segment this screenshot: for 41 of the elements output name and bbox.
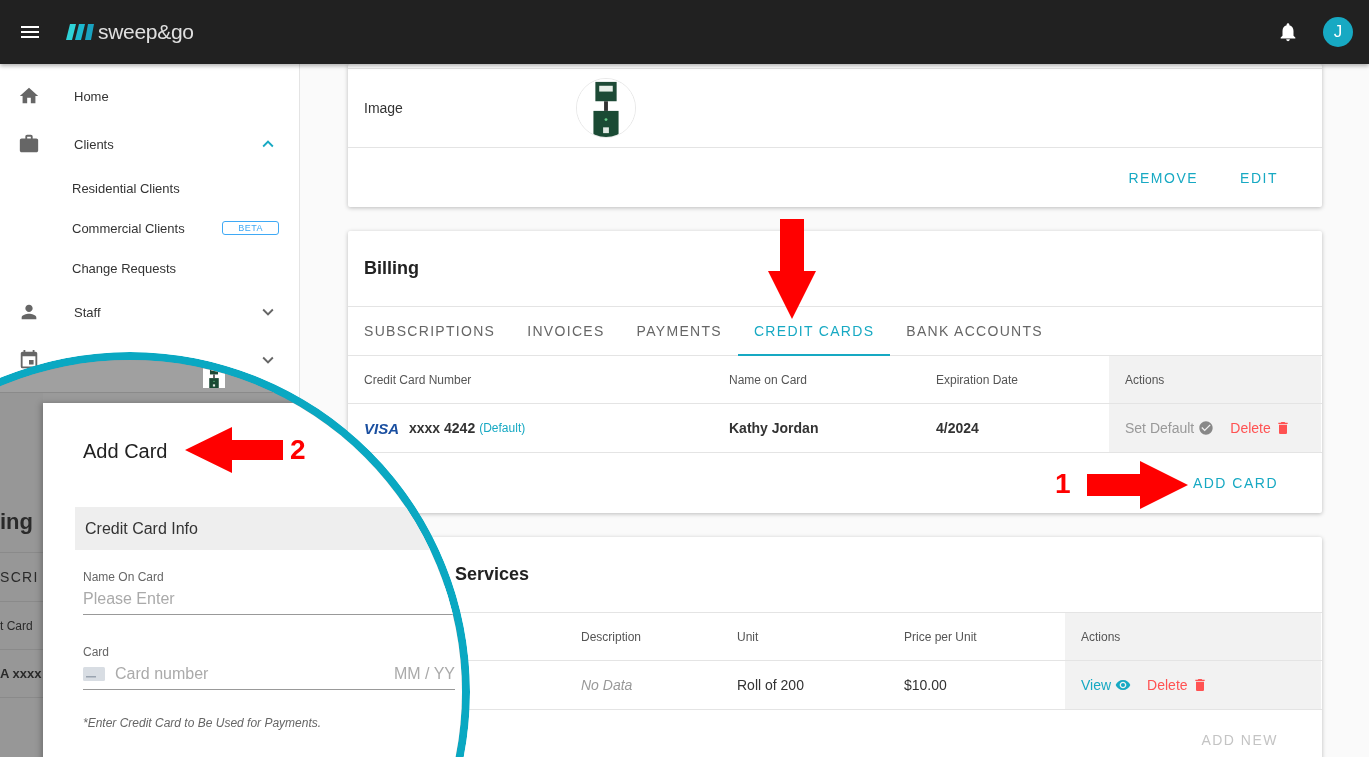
- calendar-icon: [18, 349, 40, 371]
- table-cell-text: Kathy Jordan: [728, 419, 820, 438]
- name-field[interactable]: Please Enter: [83, 586, 455, 615]
- field-label: Card: [83, 645, 110, 659]
- column-header: Actions: [1065, 613, 1321, 660]
- nav-item[interactable]: Staff: [0, 288, 299, 336]
- column-header: Name on Card: [728, 371, 809, 389]
- table-cell-text: No Data: [580, 676, 634, 695]
- column-header: Actions: [1109, 356, 1321, 403]
- nav-subitem[interactable]: Change Requests: [0, 248, 299, 288]
- tab[interactable]: PAYMENTS: [620, 307, 738, 356]
- hint-text: *Enter Credit Card to Be Used for Payments.: [83, 716, 323, 730]
- tab[interactable]: SUBSCRIPTIONS: [348, 307, 512, 356]
- default-tag: (Default): [479, 421, 526, 435]
- dialog-title: Add Card: [83, 438, 168, 464]
- tab[interactable]: BANK ACCOUNTS: [890, 307, 1059, 356]
- column-header: Unit: [736, 628, 760, 646]
- logo-text: sweep&go: [98, 20, 194, 44]
- nav-item[interactable]: Home: [0, 72, 299, 120]
- table-cell-text: $10.00: [903, 676, 948, 695]
- nav-item[interactable]: Clients: [0, 120, 299, 168]
- briefcase-icon: [18, 133, 40, 155]
- column-header: Expiration Date: [935, 371, 1020, 389]
- table-cell-text: Roll of 200: [736, 676, 805, 695]
- visa-logo: VISA: [364, 419, 399, 437]
- eye-icon: [1115, 677, 1132, 693]
- nav-subitem[interactable]: Commercial Clients BETA: [0, 208, 299, 248]
- column-header: Description: [580, 628, 643, 646]
- step-number: 1: [1055, 468, 1071, 500]
- field-label: Name On Card: [83, 570, 165, 584]
- step-number: 2: [290, 434, 306, 466]
- logo-stripes-icon: [66, 24, 94, 40]
- table-cell-text: 4/2024: [935, 419, 980, 438]
- card-icon: [83, 667, 105, 681]
- tab[interactable]: INVOICES: [511, 307, 621, 356]
- column-header: Price per Unit: [903, 628, 978, 646]
- column-header: Credit Card Number: [363, 371, 473, 389]
- field-label: Image: [364, 100, 404, 116]
- nav-subitem[interactable]: Residential Clients: [0, 168, 299, 208]
- beta-badge: BETA: [222, 221, 279, 235]
- card-number: xxxx 4242: [409, 420, 476, 436]
